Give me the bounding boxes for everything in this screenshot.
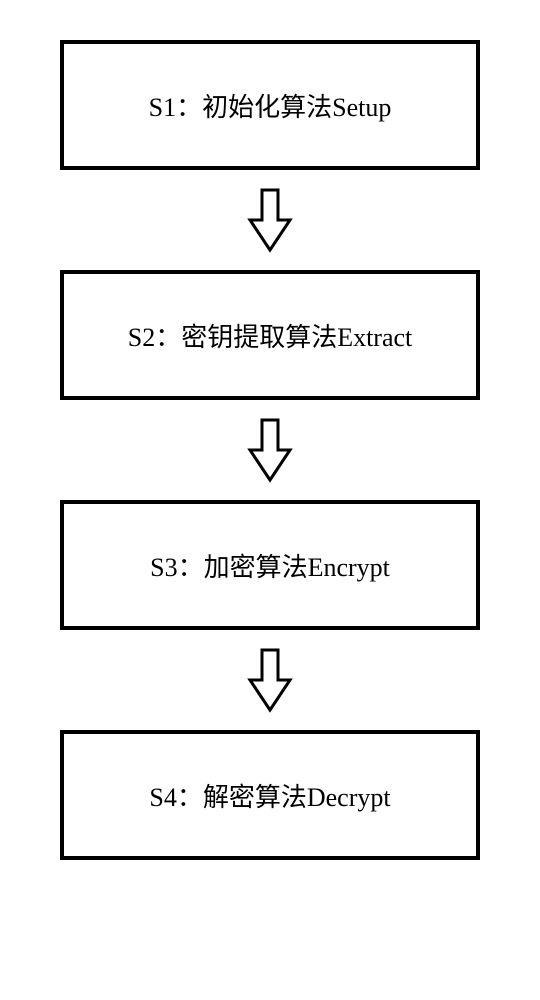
step-label-s1: S1：初始化算法Setup (149, 87, 392, 124)
step-box-s2: S2：密钥提取算法Extract (60, 270, 480, 400)
arrow-down-icon (245, 645, 295, 715)
step-label-s2: S2：密钥提取算法Extract (128, 317, 413, 354)
step-box-s1: S1：初始化算法Setup (60, 40, 480, 170)
step-label-s3: S3：加密算法Encrypt (150, 547, 390, 584)
step-box-s3: S3：加密算法Encrypt (60, 500, 480, 630)
step-label-s4: S4：解密算法Decrypt (149, 777, 390, 814)
step-box-s4: S4：解密算法Decrypt (60, 730, 480, 860)
arrow-down-icon (245, 185, 295, 255)
arrow-down-icon (245, 415, 295, 485)
